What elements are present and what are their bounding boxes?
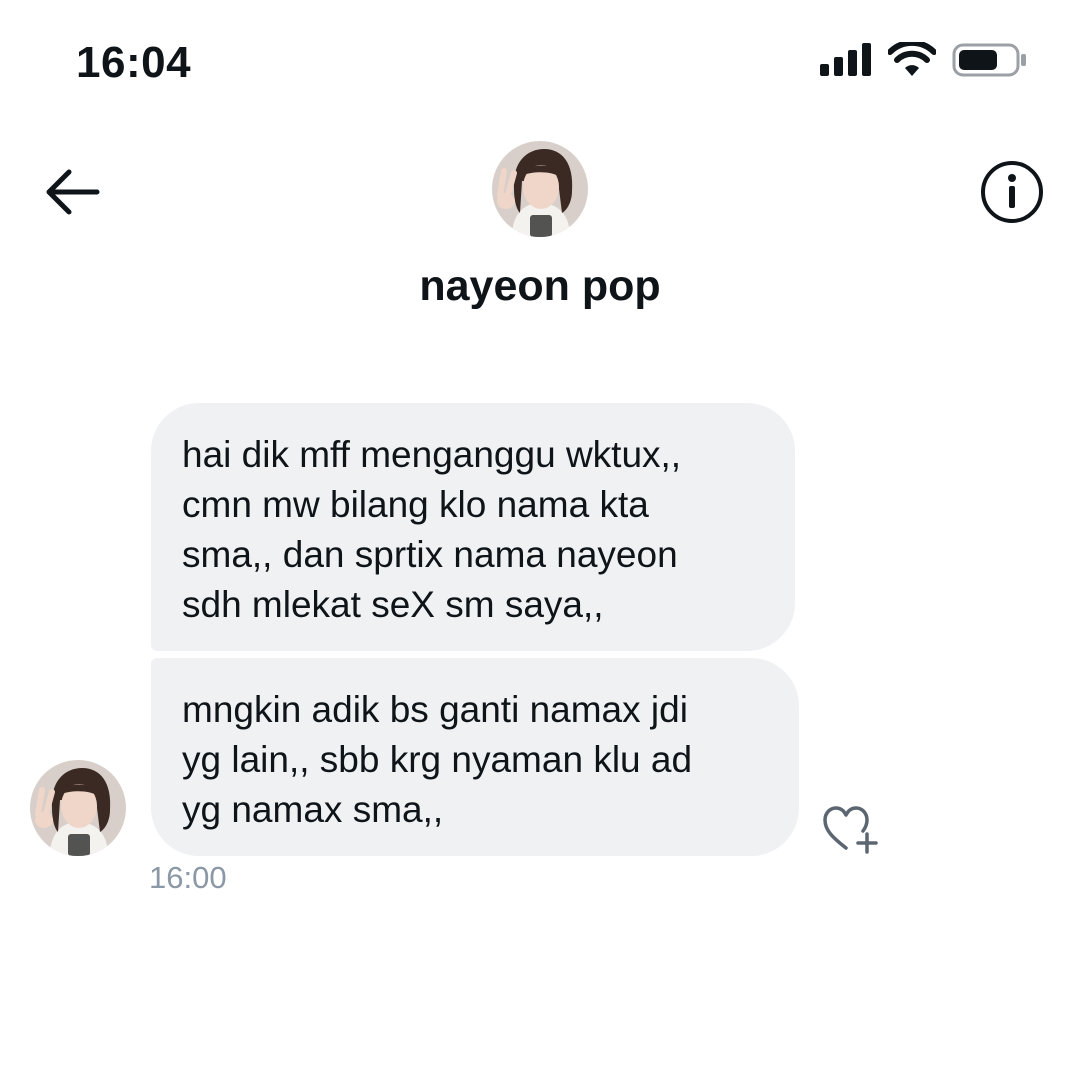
message-bubble[interactable]: hai dik mff menganggu wktux,, cmn mw bil…	[151, 403, 795, 651]
message-line: mngkin adik bs ganti namax jdi	[182, 689, 688, 730]
back-button[interactable]	[40, 162, 104, 222]
message-line: yg namax sma,,	[182, 789, 444, 830]
wifi-icon	[888, 42, 936, 76]
message-line: yg lain,, sbb krg nyaman klu ad	[182, 739, 693, 780]
react-button[interactable]	[822, 804, 880, 854]
info-button[interactable]	[978, 158, 1046, 226]
sender-avatar[interactable]	[30, 760, 126, 856]
message-bubble[interactable]: mngkin adik bs ganti namax jdi yg lain,,…	[151, 658, 799, 856]
message-line: cmn mw bilang klo nama kta	[182, 484, 649, 525]
message-line: sdh mlekat seX sm saya,,	[182, 584, 604, 625]
contact-avatar[interactable]	[492, 141, 588, 237]
info-icon	[981, 161, 1043, 223]
battery-icon	[952, 43, 1026, 77]
message-line: sma,, dan sprtix nama nayeon	[182, 534, 678, 575]
status-icons	[820, 40, 1028, 80]
signal-icon	[820, 43, 871, 76]
heart-plus-icon	[823, 806, 878, 854]
message-line: hai dik mff menganggu wktux,,	[182, 434, 682, 475]
message-timestamp: 16:00	[149, 860, 227, 895]
contact-name[interactable]: nayeon pop	[0, 262, 1080, 311]
avatar-photo	[492, 141, 588, 237]
avatar-photo	[30, 760, 126, 856]
back-arrow-icon	[46, 169, 100, 215]
status-time: 16:04	[76, 38, 192, 87]
